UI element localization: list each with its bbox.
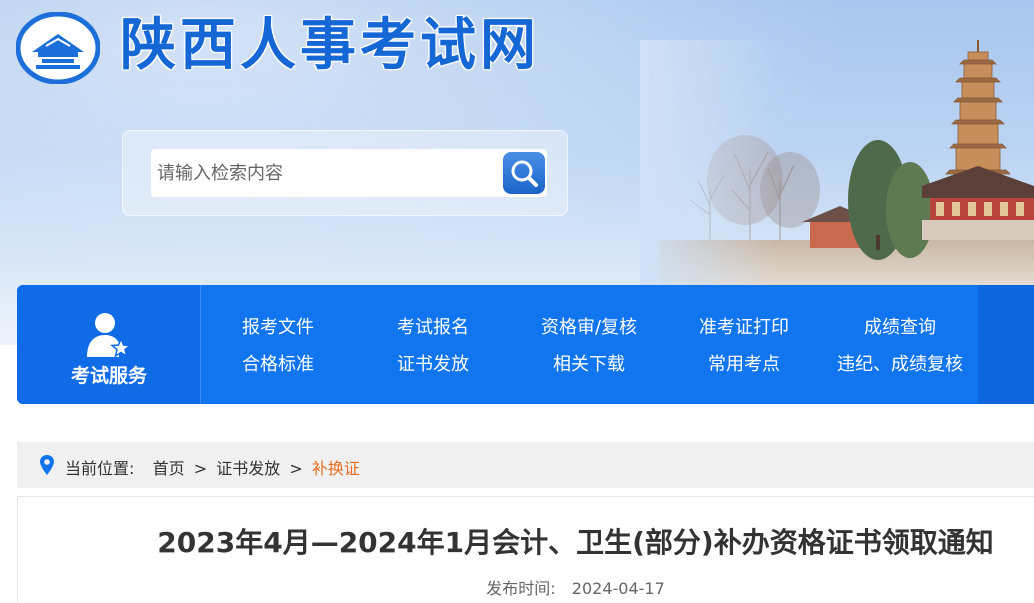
search-box	[122, 130, 568, 216]
nav-item-application-docs[interactable]: 报考文件	[203, 313, 353, 339]
nav-item-admission-ticket[interactable]: 准考证打印	[669, 313, 819, 339]
pagoda-scenery-image	[640, 40, 1034, 290]
search-icon	[511, 160, 538, 187]
nav-item-score-query[interactable]: 成绩查询	[825, 313, 975, 339]
nav-item-exam-sites[interactable]: 常用考点	[669, 350, 819, 376]
nav-more-panel[interactable]	[978, 285, 1034, 404]
breadcrumb-row: 当前位置: 首页 > 证书发放 > 补换证	[65, 455, 360, 479]
breadcrumb-current[interactable]: 补换证	[312, 459, 360, 478]
breadcrumb-separator: >	[193, 459, 208, 478]
search-input[interactable]	[151, 149, 503, 197]
nav-item-registration[interactable]: 考试报名	[358, 313, 508, 339]
article-panel: 2023年4月—2024年1月会计、卫生(部分)补办资格证书领取通知 发布时间:…	[17, 496, 1034, 603]
search-button[interactable]	[503, 152, 545, 194]
user-star-icon	[87, 313, 131, 358]
breadcrumb-home-link[interactable]: 首页	[153, 459, 185, 478]
main-nav: 考试服务 报考文件 考试报名 资格审/复核 准考证打印 成绩查询 合格标准 证书…	[17, 285, 1034, 404]
breadcrumb-separator: >	[289, 459, 303, 478]
site-title: 陕西人事考试网	[120, 13, 540, 78]
breadcrumb-prefix: 当前位置:	[65, 459, 135, 478]
article-meta: 发布时间: 2024-04-17	[18, 575, 1034, 599]
nav-item-certificate-issue[interactable]: 证书发放	[358, 350, 508, 376]
nav-item-passing-standard[interactable]: 合格标准	[203, 350, 353, 376]
publish-date: 2024-04-17	[571, 579, 665, 598]
breadcrumb: 当前位置: 首页 > 证书发放 > 补换证	[17, 442, 1034, 488]
publish-label: 发布时间:	[486, 579, 556, 598]
breadcrumb-certificate-link[interactable]: 证书发放	[216, 459, 280, 478]
nav-item-downloads[interactable]: 相关下载	[514, 350, 664, 376]
article-title: 2023年4月—2024年1月会计、卫生(部分)补办资格证书领取通知	[157, 526, 994, 559]
location-pin-icon	[40, 455, 54, 475]
logo-emblem-icon	[16, 12, 100, 84]
nav-item-violation-review[interactable]: 违纪、成绩复核	[825, 350, 975, 376]
nav-item-qualification-review[interactable]: 资格审/复核	[514, 313, 664, 339]
search-button-wrap	[503, 149, 547, 197]
exam-service-panel[interactable]: 考试服务	[17, 285, 201, 404]
exam-service-label: 考试服务	[70, 365, 147, 387]
